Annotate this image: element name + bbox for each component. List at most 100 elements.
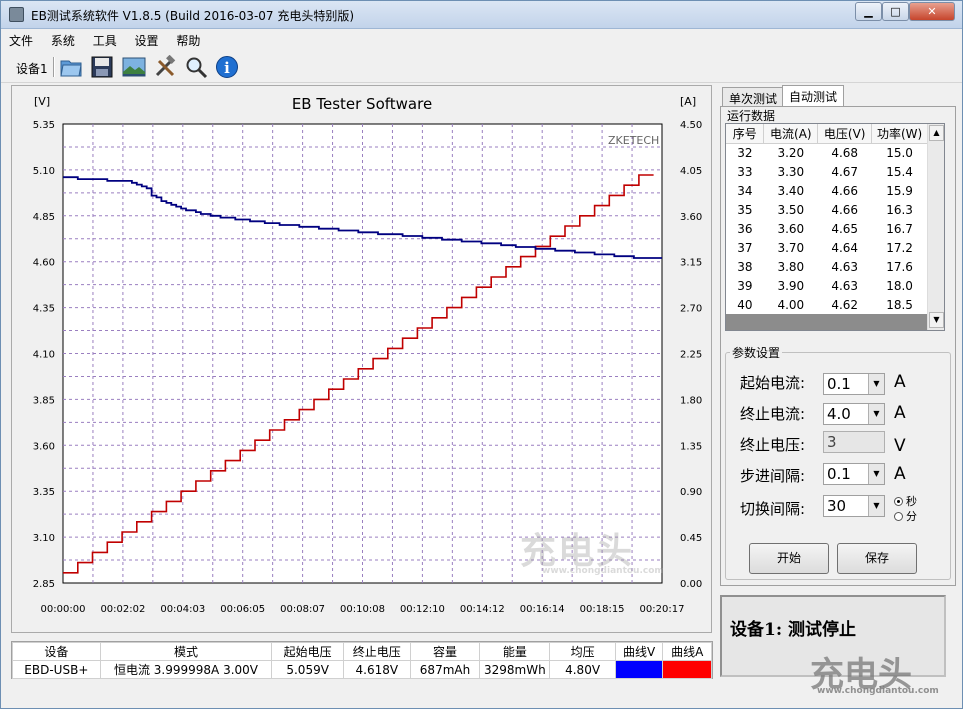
status-text: 设备1: 测试停止 xyxy=(730,620,857,640)
cell-power: 17.6 xyxy=(886,259,913,274)
y-right-tick-label: 2.70 xyxy=(680,304,702,315)
y-right-tick-label: 1.80 xyxy=(680,395,702,406)
run-row[interactable]: 36 3.60 4.65 16.7 xyxy=(726,219,928,238)
end-current-label: 终止电流: xyxy=(740,405,806,423)
x-tick-label: 00:06:05 xyxy=(220,604,265,615)
col-start-voltage: 起始电压 xyxy=(271,642,344,661)
y-left-tick-label: 3.35 xyxy=(33,487,55,498)
cell-index: 39 xyxy=(737,278,753,293)
app-window: EB测试系统软件 V1.8.5 (Build 2016-03-07 充电头特别版… xyxy=(0,0,963,709)
menu-tools[interactable]: 工具 xyxy=(85,29,123,49)
start-current-value: 0.1 xyxy=(827,375,851,393)
cell-voltage: 4.63 xyxy=(831,278,859,293)
start-button[interactable]: 开始 xyxy=(749,543,829,574)
picture-icon[interactable] xyxy=(122,55,146,79)
cell-voltage: 4.64 xyxy=(831,240,859,255)
magnifier-icon[interactable] xyxy=(184,55,208,79)
cell-current: 3.20 xyxy=(777,145,805,160)
col-curve-a: 曲线A xyxy=(662,642,712,661)
title-bar: EB测试系统软件 V1.8.5 (Build 2016-03-07 充电头特别版… xyxy=(1,1,962,29)
chevron-down-icon[interactable]: ▼ xyxy=(868,496,884,516)
cell-voltage: 4.63 xyxy=(831,259,859,274)
start-current-select[interactable]: 0.1 ▼ xyxy=(823,373,885,395)
run-row[interactable]: 37 3.70 4.64 17.2 xyxy=(726,238,928,257)
menu-file[interactable]: 文件 xyxy=(1,29,39,49)
run-table-scrollbar[interactable]: ▲ ▼ xyxy=(927,124,944,330)
run-header-row: 序号 电流(A) 电压(V) 功率(W) xyxy=(726,124,928,144)
start-current-label: 起始电流: xyxy=(740,374,806,392)
cell-power: 18.5 xyxy=(886,297,913,312)
cell-power: 16.7 xyxy=(886,221,913,236)
device-selector[interactable]: 设备1 xyxy=(16,60,48,77)
run-row[interactable]: 39 3.90 4.63 18.0 xyxy=(726,276,928,295)
y-right-tick-label: 0.00 xyxy=(680,579,702,590)
menu-settings[interactable]: 设置 xyxy=(127,29,165,49)
auto-test-panel: 运行数据 序号 电流(A) 电压(V) 功率(W) 32 3.20 4.68 15.0… xyxy=(720,106,956,586)
minimize-button[interactable]: ▁ xyxy=(855,2,882,21)
end-current-select[interactable]: 4.0 ▼ xyxy=(823,403,885,425)
end-current-unit: A xyxy=(894,403,906,423)
switch-interval-select[interactable]: 30 ▼ xyxy=(823,495,885,517)
scroll-down-arrow[interactable]: ▼ xyxy=(929,312,944,328)
y-axis-left-unit: [V] xyxy=(34,95,50,108)
radio-minutes[interactable]: 分 xyxy=(894,508,917,524)
menu-bar: 文件 系统 工具 设置 帮助 xyxy=(1,29,962,51)
step-interval-select[interactable]: 0.1 ▼ xyxy=(823,463,885,485)
close-button[interactable]: ✕ xyxy=(909,2,955,21)
run-row[interactable]: 38 3.80 4.63 17.6 xyxy=(726,257,928,276)
curve-a-color-swatch[interactable] xyxy=(662,660,712,679)
table-empty-area xyxy=(726,314,928,330)
run-row[interactable]: 40 4.00 4.62 18.5 xyxy=(726,295,928,314)
save-button[interactable]: 保存 xyxy=(837,543,917,574)
y-left-tick-label: 4.60 xyxy=(33,258,55,269)
y-right-tick-label: 4.50 xyxy=(680,120,702,131)
cell-power: 15.0 xyxy=(886,145,913,160)
tab-auto-test[interactable]: 自动测试 xyxy=(782,85,845,107)
run-row[interactable]: 34 3.40 4.66 15.9 xyxy=(726,181,928,200)
cell-index: 38 xyxy=(737,259,753,274)
cell-current: 3.80 xyxy=(777,259,805,274)
cell-index: 37 xyxy=(737,240,753,255)
run-row[interactable]: 35 3.50 4.66 16.3 xyxy=(726,200,928,219)
cell-mode: 恒电流 3.999998A 3.00V xyxy=(99,660,273,679)
watermark-url: www.chongdiantou.com xyxy=(542,566,664,576)
chevron-down-icon[interactable]: ▼ xyxy=(868,374,884,394)
params-title: 参数设置 xyxy=(730,344,783,361)
menu-system[interactable]: 系统 xyxy=(43,29,81,49)
y-left-tick-label: 4.10 xyxy=(33,350,55,361)
end-voltage-input[interactable]: 3 xyxy=(823,431,885,453)
cell-current: 3.60 xyxy=(777,221,805,236)
menu-help[interactable]: 帮助 xyxy=(168,29,206,49)
cell-index: 40 xyxy=(737,297,753,312)
cell-index: 36 xyxy=(737,221,753,236)
open-folder-icon[interactable] xyxy=(59,55,83,79)
x-tick-label: 00:02:02 xyxy=(100,604,145,615)
x-tick-label: 00:10:08 xyxy=(340,604,385,615)
cell-index: 34 xyxy=(737,183,753,198)
tab-single-test[interactable]: 单次测试 xyxy=(722,87,785,107)
radio-minutes-label: 分 xyxy=(906,510,917,523)
cell-start-voltage: 5.059V xyxy=(271,660,344,679)
run-data-table[interactable]: 序号 电流(A) 电压(V) 功率(W) 32 3.20 4.68 15.0 33 3.3… xyxy=(725,123,945,331)
run-row[interactable]: 33 3.30 4.67 15.4 xyxy=(726,162,928,181)
end-voltage-unit: V xyxy=(894,436,906,456)
summary-row[interactable]: EBD-USB+ 恒电流 3.999998A 3.00V 5.059V 4.61… xyxy=(12,660,712,679)
watermark-url-corner: www.chongdiantou.com xyxy=(817,686,939,696)
cell-current: 4.00 xyxy=(777,297,805,312)
run-row[interactable]: 32 3.20 4.68 15.0 xyxy=(726,143,928,162)
y-left-tick-label: 2.85 xyxy=(33,579,55,590)
save-disk-icon[interactable] xyxy=(90,55,114,79)
chevron-down-icon[interactable]: ▼ xyxy=(868,404,884,424)
radio-seconds-label: 秒 xyxy=(906,495,917,508)
scroll-up-arrow[interactable]: ▲ xyxy=(929,125,944,141)
y-right-tick-label: 4.05 xyxy=(680,166,702,177)
radio-seconds[interactable]: 秒 xyxy=(894,493,917,509)
x-tick-label: 00:20:17 xyxy=(640,604,685,615)
info-icon[interactable]: i xyxy=(215,55,239,79)
tools-icon[interactable] xyxy=(153,55,177,79)
curve-v-color-swatch[interactable] xyxy=(614,660,664,679)
maximize-button[interactable]: □ xyxy=(882,2,909,21)
chevron-down-icon[interactable]: ▼ xyxy=(868,464,884,484)
col-end-voltage: 终止电压 xyxy=(342,642,411,661)
y-axis-right-unit: [A] xyxy=(680,95,696,108)
